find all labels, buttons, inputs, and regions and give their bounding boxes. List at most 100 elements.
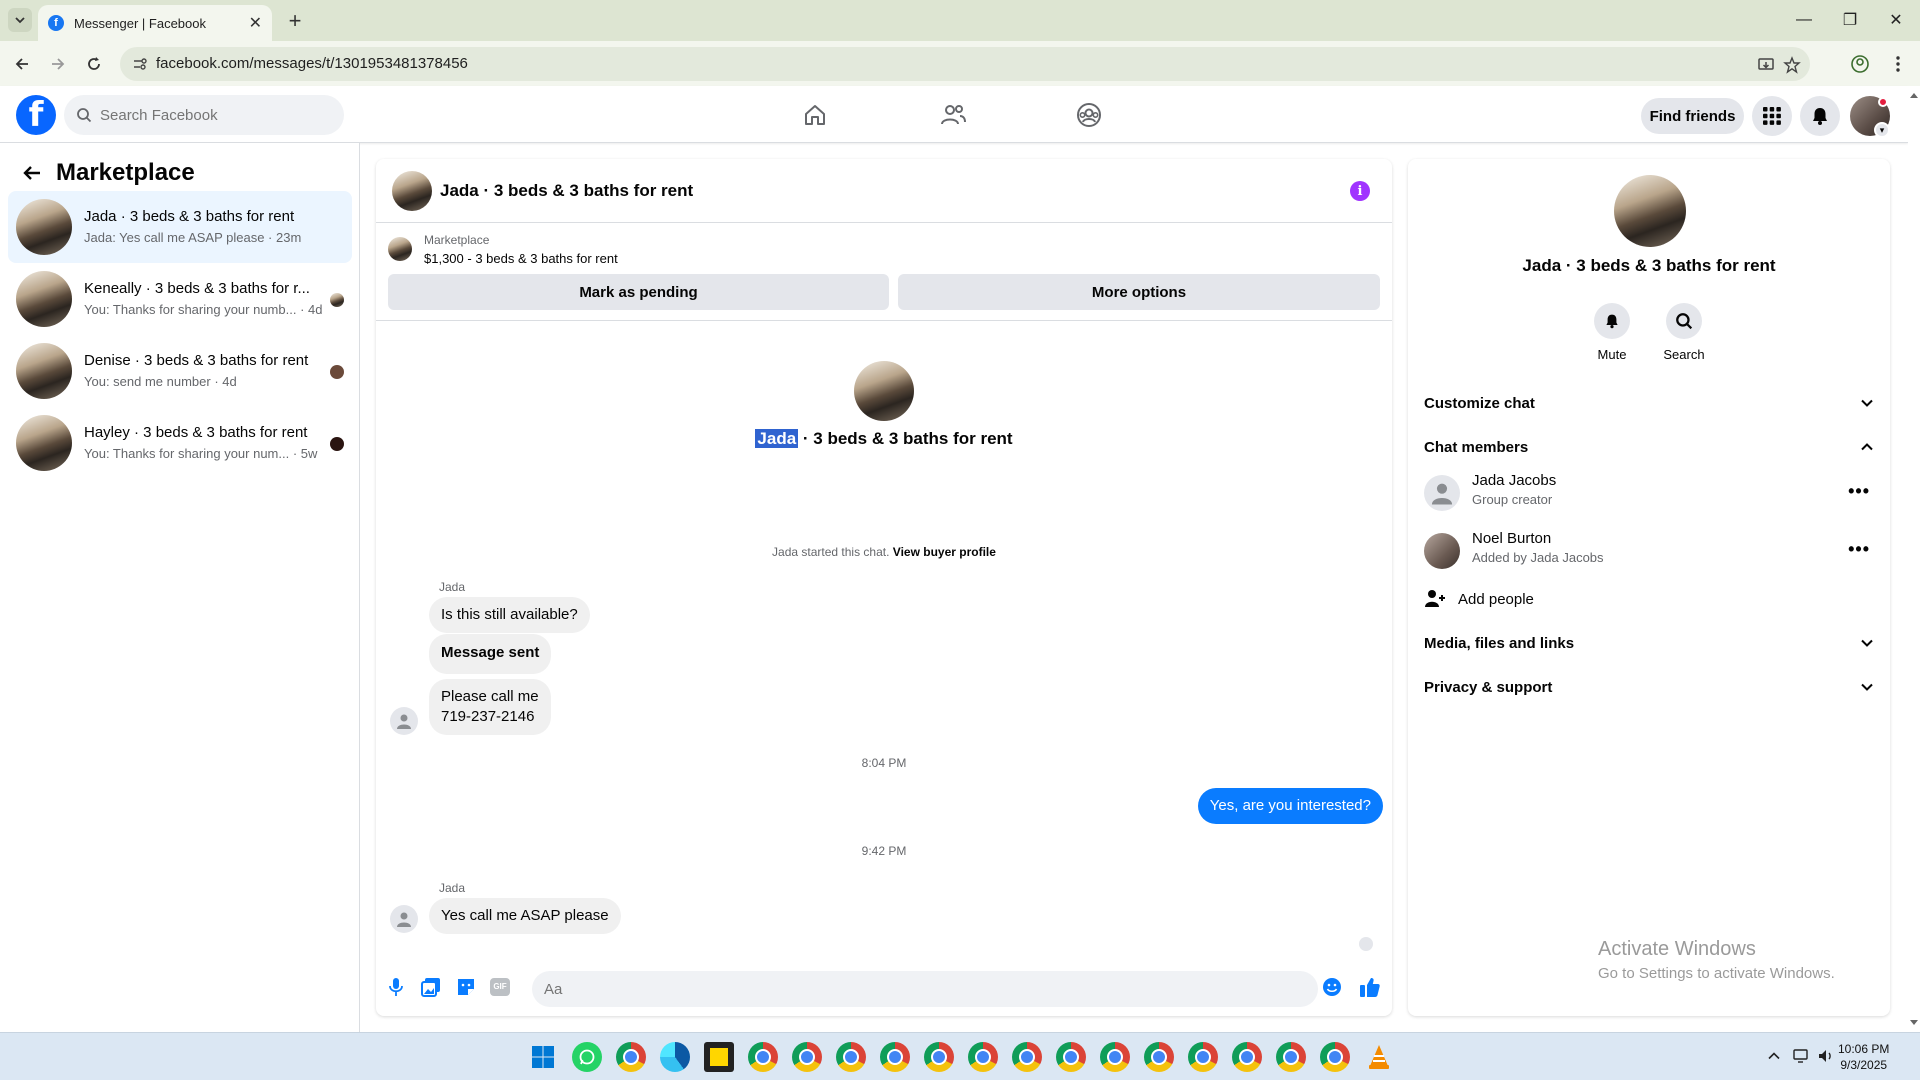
nav-groups[interactable] [1034,92,1144,138]
chrome-icon[interactable] [1276,1042,1306,1072]
more-options-icon[interactable]: ••• [1848,539,1870,560]
find-friends-button[interactable]: Find friends [1641,98,1744,134]
conversation-item[interactable]: Keneally · 3 beds & 3 baths for r... You… [8,263,352,335]
info-icon[interactable]: i [1350,181,1370,201]
chrome-icon[interactable] [1188,1042,1218,1072]
customize-chat-row[interactable]: Customize chat [1424,381,1874,425]
chat-members-row[interactable]: Chat members [1424,425,1874,469]
chrome-icon[interactable] [1144,1042,1174,1072]
chrome-icon[interactable] [1100,1042,1130,1072]
search-in-conversation-button[interactable]: Search [1654,303,1714,362]
close-window-button[interactable]: ✕ [1876,6,1916,34]
listing-avatar[interactable] [1614,175,1686,247]
member-avatar [1424,533,1460,569]
chrome-icon[interactable] [748,1042,778,1072]
volume-icon[interactable] [1817,1047,1835,1065]
chrome-icon[interactable] [924,1042,954,1072]
add-people-button[interactable]: Add people [1424,583,1534,615]
conversation-item[interactable]: Hayley · 3 beds & 3 baths for rent You: … [8,407,352,479]
back-arrow-icon[interactable] [8,50,36,78]
listing-avatar [16,343,72,399]
profile-icon[interactable] [1846,50,1874,78]
windows-start-icon[interactable] [528,1042,558,1072]
message-bubble[interactable]: Is this still available? [429,597,590,633]
nav-home[interactable] [760,92,870,138]
chrome-icon[interactable] [880,1042,910,1072]
notifications-bell-icon[interactable] [1800,96,1840,136]
facebook-logo-icon[interactable]: f [16,95,56,135]
back-arrow-icon[interactable] [18,159,46,187]
read-receipt-icon [1359,937,1373,951]
chrome-icon[interactable] [792,1042,822,1072]
install-app-icon[interactable] [1756,55,1776,75]
gif-icon[interactable]: GIF [488,975,512,999]
member-item[interactable]: Noel Burton Added by Jada Jacobs ••• [1424,525,1874,581]
message-bubble[interactable]: Please call me 719-237-2146 [429,679,551,735]
network-icon[interactable] [1793,1047,1811,1065]
listing-price[interactable]: $1,300 - 3 beds & 3 baths for rent [424,251,618,266]
mark-as-pending-button[interactable]: Mark as pending [388,274,889,310]
conversation-item[interactable]: Denise · 3 beds & 3 baths for rent You: … [8,335,352,407]
message-bubble[interactable]: Yes call me ASAP please [429,898,621,934]
sticky-notes-icon[interactable] [704,1042,734,1072]
member-item[interactable]: Jada Jacobs Group creator ••• [1424,467,1874,523]
browser-toolbar: facebook.com/messages/t/1301953481378456 [0,41,1920,86]
view-buyer-profile-link[interactable]: View buyer profile [893,545,996,559]
restore-button[interactable]: ❐ [1830,6,1870,34]
browser-menu-icon[interactable] [1884,50,1912,78]
thumbs-up-icon[interactable] [1358,975,1382,999]
vlc-icon[interactable] [1364,1042,1394,1072]
chrome-icon[interactable] [836,1042,866,1072]
new-tab-button[interactable]: + [282,8,308,34]
search-icon [77,108,92,123]
tab-search-chevron-icon[interactable] [8,8,32,32]
message-bubble[interactable]: Message sent [429,634,552,674]
bookmark-star-icon[interactable] [1782,55,1802,75]
privacy-support-row[interactable]: Privacy & support [1424,665,1874,709]
message-bubble-sent[interactable]: Yes, are you interested? [1197,788,1383,824]
menu-grid-icon[interactable] [1752,96,1792,136]
chat-avatar[interactable] [392,171,432,211]
message-input[interactable] [532,971,1318,1007]
browser-tab-messenger[interactable]: f Messenger | Facebook ✕ [38,5,272,41]
listing-avatar [16,199,72,255]
listing-thumbnail[interactable] [388,237,412,261]
chrome-icon[interactable] [1056,1042,1086,1072]
browser-tab-bar: f Messenger | Facebook ✕ + — ❐ ✕ [0,0,1920,41]
scroll-down-arrow-icon[interactable] [1908,1018,1920,1028]
reload-icon[interactable] [80,50,108,78]
more-options-icon[interactable]: ••• [1848,481,1870,502]
search-input[interactable] [100,106,320,124]
chat-title[interactable]: Jada · 3 beds & 3 baths for rent [440,181,693,201]
conversation-name: Denise · 3 beds & 3 baths for rent [84,352,309,369]
microphone-icon[interactable] [384,975,408,999]
chrome-icon[interactable] [616,1042,646,1072]
emoji-icon[interactable] [1320,975,1344,999]
chrome-icon[interactable] [1232,1042,1262,1072]
account-chevron-down-icon[interactable]: ▾ [1874,122,1890,138]
more-options-button[interactable]: More options [898,274,1380,310]
conversation-name: Hayley · 3 beds & 3 baths for rent [84,424,308,441]
forward-arrow-icon[interactable] [44,50,72,78]
tab-close-icon[interactable]: ✕ [249,13,262,33]
mute-button[interactable]: Mute [1582,303,1642,362]
minimize-button[interactable]: — [1784,6,1824,34]
taskbar-clock[interactable]: 10:06 PM 9/3/2025 [1838,1041,1889,1073]
nav-friends[interactable] [898,92,1008,138]
tray-chevron-up-icon[interactable] [1765,1047,1783,1065]
chrome-icon[interactable] [968,1042,998,1072]
address-bar[interactable]: facebook.com/messages/t/1301953481378456 [120,47,1810,81]
edge-icon[interactable] [660,1042,690,1072]
chrome-icon[interactable] [1012,1042,1042,1072]
photo-attach-icon[interactable] [419,975,443,999]
site-settings-icon[interactable] [132,56,148,72]
sticker-icon[interactable] [454,975,478,999]
media-files-links-row[interactable]: Media, files and links [1424,621,1874,665]
page-scrollbar[interactable] [1908,86,1920,1032]
whatsapp-icon[interactable] [572,1042,602,1072]
seen-avatar [330,365,344,379]
chrome-icon[interactable] [1320,1042,1350,1072]
scroll-up-arrow-icon[interactable] [1908,90,1920,100]
conversation-item[interactable]: Jada · 3 beds & 3 baths for rent Jada: Y… [8,191,352,263]
facebook-search[interactable] [64,95,344,135]
